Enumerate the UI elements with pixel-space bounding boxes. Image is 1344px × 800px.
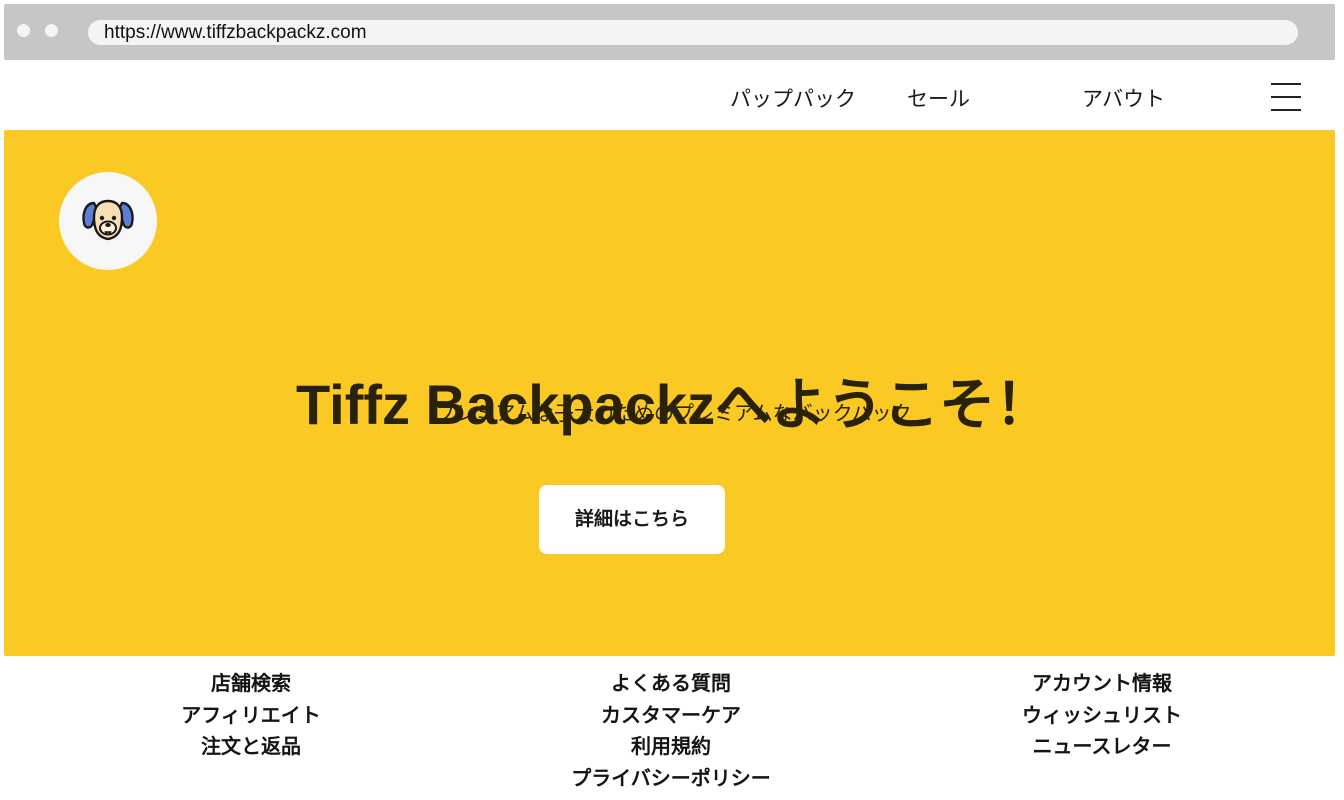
footer-link-newsletter[interactable]: ニュースレター bbox=[952, 731, 1252, 763]
footer-link-wishlist[interactable]: ウィッシュリスト bbox=[952, 700, 1252, 732]
hero-subtitle-text: プレミアムな子犬のためのプレミアムなバックパック bbox=[435, 401, 912, 425]
hero-banner: Tiffz Backpackzへようこそ！ プレミアムな子犬のためのプレミアムな… bbox=[4, 130, 1335, 656]
top-nav: パップパック セール アバウト bbox=[4, 60, 1335, 130]
site-logo[interactable] bbox=[59, 172, 157, 270]
footer-link-privacy-policy[interactable]: プライバシーポリシー bbox=[521, 763, 821, 795]
window-dot-icon[interactable] bbox=[17, 24, 30, 37]
footer-column-account: アカウント情報 ウィッシュリスト ニュースレター bbox=[952, 668, 1252, 763]
footer: 店舗検索 アフィリエイト 注文と返品 よくある質問 カスタマーケア 利用規約 プ… bbox=[4, 656, 1335, 800]
window-dot-icon[interactable] bbox=[45, 24, 58, 37]
footer-column-store: 店舗検索 アフィリエイト 注文と返品 bbox=[101, 668, 401, 763]
hero-subtitle: プレミアムな子犬のためのプレミアムなバックパック bbox=[4, 400, 1335, 426]
footer-link-orders-returns[interactable]: 注文と返品 bbox=[101, 731, 401, 763]
url-text[interactable]: https://www.tiffzbackpackz.com bbox=[104, 22, 367, 44]
nav-link-sale[interactable]: セール bbox=[907, 86, 970, 112]
nav-link-about[interactable]: アバウト bbox=[1082, 86, 1165, 112]
page: https://www.tiffzbackpackz.com パップパック セー… bbox=[0, 0, 1344, 800]
browser-chrome: https://www.tiffzbackpackz.com bbox=[4, 4, 1335, 60]
address-bar[interactable]: https://www.tiffzbackpackz.com bbox=[88, 20, 1298, 45]
footer-column-support: よくある質問 カスタマーケア 利用規約 プライバシーポリシー bbox=[521, 668, 821, 794]
hamburger-menu-icon[interactable] bbox=[1268, 80, 1304, 114]
footer-link-store-locator[interactable]: 店舗検索 bbox=[101, 668, 401, 700]
footer-link-customer-care[interactable]: カスタマーケア bbox=[521, 700, 821, 732]
footer-link-account-info[interactable]: アカウント情報 bbox=[952, 668, 1252, 700]
nav-link-pup-pack[interactable]: パップパック bbox=[730, 86, 856, 112]
dog-face-icon bbox=[82, 199, 134, 241]
learn-more-button[interactable]: 詳細はこちら bbox=[539, 485, 725, 554]
footer-link-affiliate[interactable]: アフィリエイト bbox=[101, 700, 401, 732]
footer-link-terms[interactable]: 利用規約 bbox=[521, 731, 821, 763]
footer-link-faq[interactable]: よくある質問 bbox=[521, 668, 821, 700]
